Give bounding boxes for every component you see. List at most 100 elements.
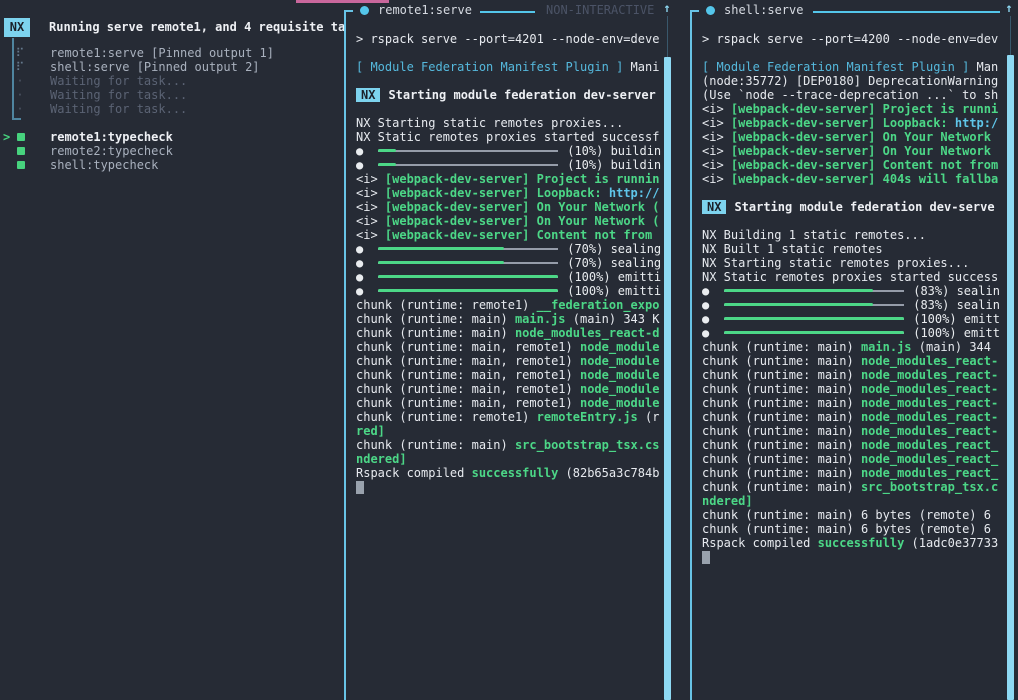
text-segment: node_modules_react-d	[515, 326, 660, 340]
terminal-line: <i> [webpack-dev-server] On Your Network	[702, 130, 1005, 144]
terminal-line: <i> [webpack-dev-server] Project is runn…	[702, 102, 1005, 116]
scrollbar-thumb[interactable]	[1007, 55, 1014, 700]
text-segment: (main) 343 K	[566, 312, 660, 326]
task-row[interactable]: ⠏remote1:serve [Pinned output 1]	[0, 46, 340, 60]
text-segment: <i>	[356, 186, 385, 200]
text-segment: (r	[638, 410, 660, 424]
text-segment: chunk (runtime: main)	[702, 396, 861, 410]
terminal-line: chunk (runtime: main, remote1) node_modu…	[356, 340, 664, 354]
terminal-line: NX Static remotes proxies started succes…	[356, 130, 664, 144]
terminal-line: chunk (runtime: remote1) remoteEntry.js …	[356, 410, 664, 424]
text-segment: node_modules_react_	[861, 466, 998, 480]
tasks-panel-title: Running serve remote1, and 4 requisite t…	[49, 20, 344, 34]
progress-fill	[724, 331, 904, 334]
text-segment: successfully	[818, 536, 905, 550]
progress-fill	[378, 163, 396, 166]
progress-fill	[378, 149, 396, 152]
terminal-line: chunk (runtime: main, remote1) node_modu…	[356, 396, 664, 410]
panel-title: remote1:serve	[378, 3, 472, 17]
progress-label: (100%) emitti	[560, 284, 661, 298]
terminal-line: <i> [webpack-dev-server] On Your Network…	[356, 214, 664, 228]
terminal-cursor	[356, 481, 364, 494]
badge-text: Starting module federation dev-server	[388, 88, 655, 102]
progress-track	[378, 164, 558, 166]
spinner-icon: ⠏	[13, 60, 27, 74]
text-segment: chunk (runtime: main)	[702, 354, 861, 368]
panel-border-corner	[344, 10, 353, 12]
text-segment: [webpack-dev-server] 404s will fallba	[731, 172, 998, 186]
progress-bar	[724, 312, 904, 326]
task-row[interactable]: ·Waiting for task...	[0, 74, 340, 88]
tasks-panel: NX Running serve remote1, and 4 requisit…	[0, 0, 344, 700]
task-label: Waiting for task...	[50, 102, 187, 116]
terminal-line: NX Static remotes proxies started succes…	[702, 270, 1005, 284]
terminal-line: <i> [webpack-dev-server] On Your Network…	[356, 200, 664, 214]
terminal-output[interactable]: > rspack serve --port=4200 --node-env=de…	[702, 32, 1005, 564]
terminal-panel-shell-serve: shell:serve ↑ > rspack serve --port=4200…	[690, 0, 1018, 700]
terminal-output[interactable]: > rspack serve --port=4201 --node-env=de…	[356, 32, 664, 494]
scrollbar-thumb[interactable]	[664, 57, 671, 700]
terminal-line: ● (10%) buildin	[356, 158, 664, 172]
text-segment: node_module	[580, 354, 659, 368]
task-status-square-icon	[17, 147, 25, 155]
task-label: shell:serve [Pinned output 2]	[50, 60, 260, 74]
progress-bar	[378, 256, 558, 270]
terminal-line	[356, 102, 664, 116]
task-row[interactable]: shell:typecheck	[0, 158, 340, 172]
text-segment: (1adc0e37733	[904, 536, 998, 550]
progress-bar	[378, 284, 558, 298]
task-row[interactable]: remote2:typecheck	[0, 144, 340, 158]
text-segment: [webpack-dev-server] Project is runnin	[385, 172, 660, 186]
task-label: Waiting for task...	[50, 88, 187, 102]
terminal-line: ● (100%) emitti	[356, 284, 664, 298]
terminal-line: (Use `node --trace-deprecation ...` to s…	[702, 88, 1005, 102]
terminal-line: chunk (runtime: main) node_modules_react…	[702, 424, 1005, 438]
progress-dot-icon: ●	[702, 298, 718, 312]
text-segment: [webpack-dev-server] Content not from	[385, 228, 652, 242]
text-segment: node_modules_react-	[861, 382, 998, 396]
text-segment: src_bootstrap_tsx.cs	[515, 438, 660, 452]
terminal-line: ● (100%) emitt	[702, 312, 1005, 326]
progress-bar	[724, 326, 904, 340]
nx-terminal-ui: NX Running serve remote1, and 4 requisit…	[0, 0, 1018, 700]
text-segment: [webpack-dev-server] Content not from	[731, 158, 998, 172]
terminal-line: chunk (runtime: main) node_modules_react…	[702, 466, 1005, 480]
terminal-line: chunk (runtime: main, remote1) node_modu…	[356, 368, 664, 382]
text-segment: NX Building 1 static remotes...	[702, 228, 926, 242]
terminal-line: chunk (runtime: main) 6 bytes (remote) 6	[702, 522, 1005, 536]
progress-fill	[724, 303, 873, 306]
task-label: Waiting for task...	[50, 74, 187, 88]
task-status-square-icon	[17, 161, 25, 169]
progress-fill	[378, 289, 558, 292]
text-segment: node_module	[580, 396, 659, 410]
typecheck-task-list: >remote1:typecheckremote2:typecheckshell…	[0, 130, 340, 172]
terminal-line: NX Building 1 static remotes...	[702, 228, 1005, 242]
scroll-up-icon[interactable]: ↑	[660, 1, 674, 15]
task-row[interactable]: ·Waiting for task...	[0, 88, 340, 102]
terminal-line: chunk (runtime: main) node_modules_react…	[702, 382, 1005, 396]
task-row[interactable]: >remote1:typecheck	[0, 130, 340, 144]
text-segment: chunk (runtime: remote1)	[356, 298, 537, 312]
terminal-line: ● (70%) sealing	[356, 256, 664, 270]
text-segment: chunk (runtime: main)	[702, 466, 861, 480]
text-segment: http:/	[955, 116, 998, 130]
text-segment: chunk (runtime: main)	[356, 326, 515, 340]
progress-dot-icon: ●	[356, 284, 372, 298]
text-segment: node_modules_react-	[861, 354, 998, 368]
terminal-panel-remote1-serve: remote1:serve NON-INTERACTIVE ↑ > rspack…	[344, 0, 690, 700]
task-row[interactable]: ⠏ shell:serve [Pinned output 2]	[0, 60, 340, 74]
text-segment: chunk (runtime: remote1)	[356, 410, 537, 424]
scroll-up-icon[interactable]: ↑	[1002, 1, 1016, 15]
terminal-line: chunk (runtime: main) node_modules_react…	[702, 438, 1005, 452]
task-label: remote1:serve [Pinned output 1]	[50, 46, 274, 60]
nx-logo-badge: NX	[4, 18, 30, 37]
text-segment: Mani	[623, 60, 659, 74]
text-segment: main.js	[515, 312, 566, 326]
terminal-line: ● (100%) emitt	[702, 326, 1005, 340]
progress-label: (100%) emitt	[906, 312, 1000, 326]
terminal-line: Rspack compiled successfully (82b65a3c78…	[356, 466, 664, 480]
terminal-line: ● (83%) sealin	[702, 298, 1005, 312]
task-row[interactable]: ·Waiting for task...	[0, 102, 340, 116]
progress-label: (10%) buildin	[560, 158, 661, 172]
text-segment: [webpack-dev-server] Loopback:	[385, 186, 609, 200]
